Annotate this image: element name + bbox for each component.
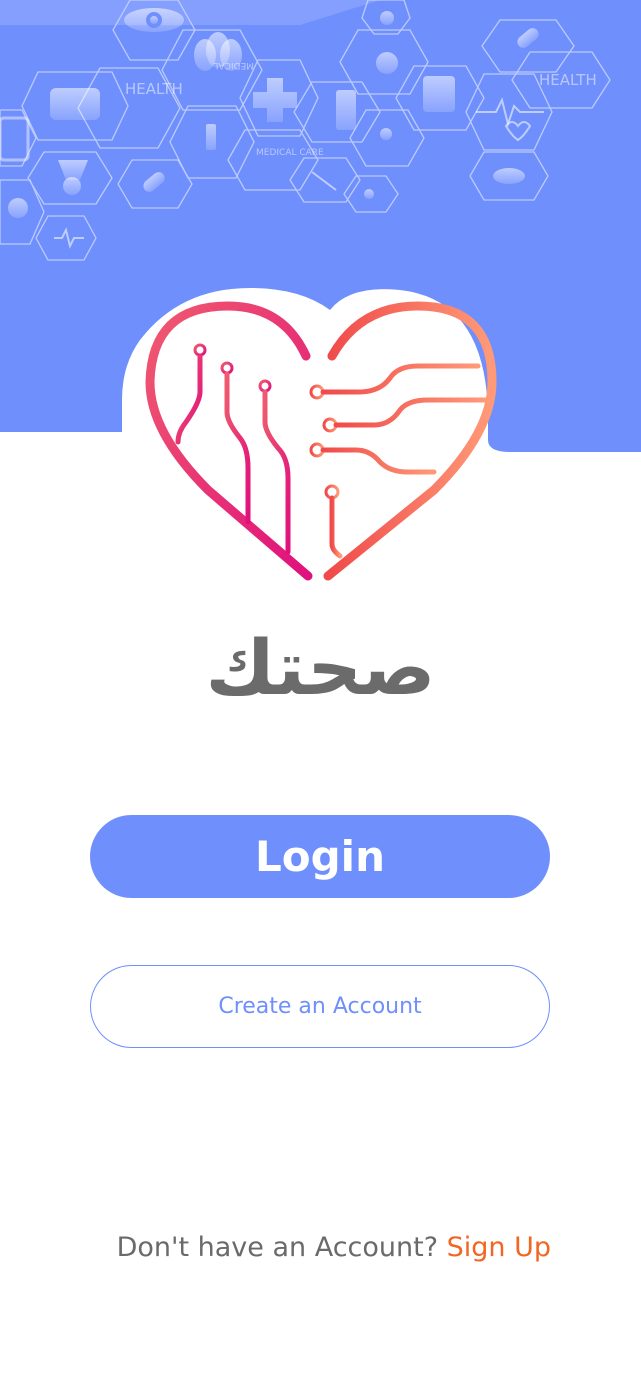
pattern-label-health: HEALTH [125, 80, 183, 98]
logo [118, 272, 528, 592]
welcome-screen: HEALTH MEDICAL MEDICAL CARE HEALTH صحتك … [0, 0, 641, 1389]
pattern-label-health-2: HEALTH [539, 71, 597, 89]
signup-link[interactable]: Sign Up [447, 1232, 551, 1263]
create-account-button[interactable]: Create an Account [90, 965, 550, 1048]
pattern-label-medical-care: MEDICAL CARE [256, 148, 324, 158]
app-name: صحتك [205, 623, 436, 712]
circuit-heart-icon [145, 301, 497, 581]
signup-prompt-text: Don't have an Account? [116, 1232, 447, 1263]
medical-pattern: HEALTH MEDICAL MEDICAL CARE HEALTH [0, 0, 611, 261]
pattern-label-medical: MEDICAL [214, 60, 255, 70]
signup-prompt: Don't have an Account? Sign Up [0, 1232, 551, 1263]
login-button[interactable]: Login [90, 815, 550, 898]
